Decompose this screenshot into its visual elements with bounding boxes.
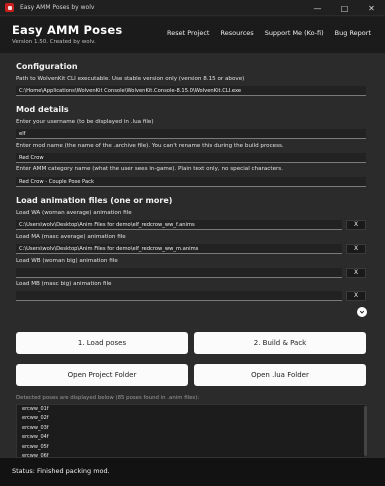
header-nav: Reset Project Resources Support Me (Ko-f…: [167, 29, 371, 37]
wa-file-label: Load WA (woman average) animation file: [16, 210, 132, 216]
open-lua-folder-button[interactable]: Open .lua Folder: [194, 364, 366, 386]
mod-details-heading: Mod details: [16, 105, 69, 114]
open-project-folder-button[interactable]: Open Project Folder: [16, 364, 188, 386]
wb-clear-button[interactable]: X: [346, 268, 366, 278]
configuration-heading: Configuration: [16, 62, 78, 71]
wolvenkit-path-input[interactable]: C:\Home\Applications\WolvenKit Console\W…: [16, 86, 366, 96]
close-icon[interactable]: ✕: [358, 0, 385, 16]
mb-clear-button[interactable]: X: [346, 291, 366, 301]
category-input[interactable]: Red Crow - Couple Pose Pack: [16, 177, 366, 187]
username-label: Enter your username (to be displayed in …: [16, 119, 154, 125]
ma-clear-button[interactable]: X: [346, 244, 366, 254]
wa-clear-button[interactable]: X: [346, 220, 366, 230]
build-pack-button[interactable]: 2. Build & Pack: [194, 332, 366, 354]
window-titlebar: Easy AMM Poses by wolv — □ ✕: [0, 0, 385, 16]
poses-list[interactable]: ercww_01f ercww_02f ercww_03f ercww_04f …: [16, 404, 366, 458]
ma-file-input[interactable]: C:\Users\wolv\Desktop\Anim Files for dem…: [16, 244, 342, 254]
mod-name-label: Enter mod name (the name of the .archive…: [16, 143, 284, 149]
list-item[interactable]: ercww_02f: [17, 414, 365, 423]
wb-file-label: Load WB (woman big) animation file: [16, 258, 118, 264]
status-bar: Status: Finished packing mod.: [0, 458, 385, 486]
nav-reset-project[interactable]: Reset Project: [167, 29, 209, 37]
category-label: Enter AMM category name (what the user s…: [16, 166, 284, 172]
wolvenkit-path-label: Path to WolvenKit CLI executable. Use st…: [16, 76, 245, 82]
app-title: Easy AMM Poses: [12, 23, 123, 37]
nav-resources[interactable]: Resources: [220, 29, 253, 37]
poses-caption: Detected poses are displayed below (85 p…: [16, 395, 200, 401]
list-item[interactable]: ercww_01f: [17, 405, 365, 414]
mb-file-label: Load MB (masc big) animation file: [16, 281, 112, 287]
maximize-icon[interactable]: □: [331, 0, 358, 16]
wb-file-input[interactable]: [16, 268, 342, 278]
ma-file-label: Load MA (masc average) animation file: [16, 234, 126, 240]
status-text: Status: Finished packing mod.: [12, 467, 110, 475]
wa-file-input[interactable]: C:\Users\wolv\Desktop\Anim Files for dem…: [16, 220, 342, 230]
window-title: Easy AMM Poses by wolv: [20, 4, 95, 11]
app-version: Version 1.50. Created by wolv.: [12, 39, 96, 45]
animations-heading: Load animation files (one or more): [16, 196, 173, 205]
poses-list-scrollbar[interactable]: [364, 406, 367, 456]
load-poses-button[interactable]: 1. Load poses: [16, 332, 188, 354]
mb-file-input[interactable]: [16, 291, 342, 301]
nav-bug-report[interactable]: Bug Report: [335, 29, 371, 37]
list-item[interactable]: ercww_03f: [17, 424, 365, 433]
nav-support-me[interactable]: Support Me (Ko-fi): [265, 29, 324, 37]
list-item[interactable]: ercww_04f: [17, 433, 365, 442]
mod-name-input[interactable]: Red Crow: [16, 153, 366, 163]
app-header: Easy AMM Poses Version 1.50. Created by …: [0, 17, 385, 53]
app-icon: [5, 3, 14, 12]
username-input[interactable]: elf: [16, 129, 366, 139]
list-item[interactable]: ercww_05f: [17, 443, 365, 452]
chevron-down-icon[interactable]: [357, 307, 367, 317]
minimize-icon[interactable]: —: [304, 0, 331, 16]
